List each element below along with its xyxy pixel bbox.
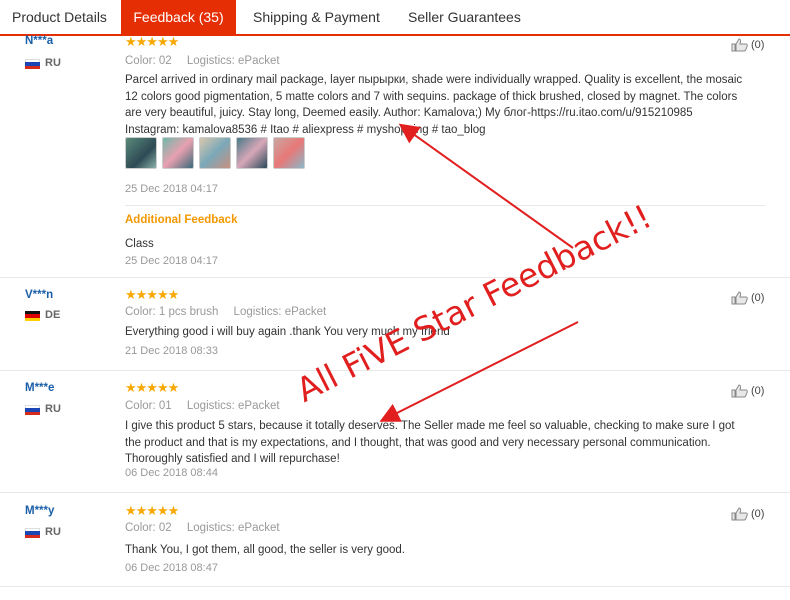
reviewer-name[interactable]: V***n <box>25 289 53 301</box>
helpful-button[interactable]: (0) <box>731 290 764 305</box>
helpful-count: (0) <box>751 384 765 397</box>
color-label: Color: <box>125 522 156 534</box>
tab-feedback[interactable]: Feedback (35) <box>121 0 236 36</box>
review-text: I give this product 5 stars, because it … <box>125 420 735 465</box>
additional-feedback-date: 25 Dec 2018 04:17 <box>125 255 218 267</box>
tab-shipping-payment[interactable]: Shipping & Payment <box>253 0 380 34</box>
reviewer-country: RU <box>45 526 61 538</box>
star-rating: ★★★★★ <box>125 34 179 49</box>
flag-ru-icon <box>25 405 40 415</box>
review-separator <box>0 370 790 371</box>
tab-seller-guarantees[interactable]: Seller Guarantees <box>408 0 521 34</box>
review-meta: Color: 1 pcs brush Logistics: ePacket <box>125 306 326 318</box>
review-date: 25 Dec 2018 04:17 <box>125 183 218 195</box>
star-rating: ★★★★★ <box>125 380 179 395</box>
helpful-button[interactable]: (0) <box>731 506 764 521</box>
logistics-label: Logistics: <box>186 55 235 67</box>
reviewer-name[interactable]: N***a <box>25 35 53 47</box>
color-value: 01 <box>158 400 172 412</box>
five-star-annotation: All FiVE Star Feedback!! <box>290 196 658 410</box>
review-text: Parcel arrived in ordinary mail package,… <box>125 74 743 136</box>
color-label: Color: <box>125 306 156 318</box>
review-separator <box>0 277 790 278</box>
logistics-label: Logistics: <box>233 306 282 318</box>
review-photo-thumbnail[interactable] <box>199 137 231 169</box>
review-separator <box>0 492 790 493</box>
tab-bar: Product Details Feedback (35) Shipping &… <box>0 0 790 36</box>
color-value: 1 pcs brush <box>158 306 219 318</box>
review-meta: Color: 01 Logistics: ePacket <box>125 400 280 412</box>
helpful-count: (0) <box>751 507 765 520</box>
review-photo-thumbnail[interactable] <box>125 137 157 169</box>
review-meta: Color: 02 Logistics: ePacket <box>125 522 280 534</box>
review-text: Thank You, I got them, all good, the sel… <box>125 544 406 556</box>
reviewer-name[interactable]: M***y <box>25 505 54 517</box>
review-date: 21 Dec 2018 08:33 <box>125 345 218 357</box>
star-rating: ★★★★★ <box>125 503 179 518</box>
review-meta: Color: 02 Logistics: ePacket <box>125 55 280 67</box>
review-separator <box>0 586 790 587</box>
helpful-button[interactable]: (0) <box>731 383 764 398</box>
color-value: 02 <box>158 522 172 534</box>
flag-ru-icon <box>25 528 40 538</box>
flag-de-icon <box>25 311 40 321</box>
flag-ru-icon <box>25 59 40 69</box>
color-label: Color: <box>125 400 156 412</box>
color-label: Color: <box>125 55 156 67</box>
review-photos <box>125 137 305 169</box>
review-photo-thumbnail[interactable] <box>236 137 268 169</box>
additional-feedback-label: Additional Feedback <box>125 214 238 226</box>
thumbs-up-icon <box>731 38 748 52</box>
logistics-label: Logistics: <box>186 400 235 412</box>
helpful-count: (0) <box>751 38 765 51</box>
review-date: 06 Dec 2018 08:44 <box>125 467 218 479</box>
star-rating: ★★★★★ <box>125 287 179 302</box>
reviewer-country: RU <box>45 57 61 69</box>
review-photo-thumbnail[interactable] <box>162 137 194 169</box>
helpful-count: (0) <box>751 291 765 304</box>
logistics-value: ePacket <box>284 306 327 318</box>
tab-product-details[interactable]: Product Details <box>12 0 107 34</box>
divider <box>125 205 765 206</box>
thumbs-up-icon <box>731 384 748 398</box>
reviewer-name[interactable]: M***e <box>25 382 54 394</box>
reviewer-country: DE <box>45 309 61 321</box>
annotation-arrow <box>398 123 574 249</box>
logistics-value: ePacket <box>238 522 280 534</box>
review-photo-thumbnail[interactable] <box>273 137 305 169</box>
logistics-value: ePacket <box>238 55 280 67</box>
helpful-button[interactable]: (0) <box>731 37 764 52</box>
logistics-label: Logistics: <box>186 522 235 534</box>
thumbs-up-icon <box>731 507 748 521</box>
thumbs-up-icon <box>731 291 748 305</box>
color-value: 02 <box>158 55 172 67</box>
review-date: 06 Dec 2018 08:47 <box>125 562 218 574</box>
additional-feedback-text: Class <box>125 238 154 250</box>
reviewer-country: RU <box>45 403 61 415</box>
logistics-value: ePacket <box>238 400 280 412</box>
